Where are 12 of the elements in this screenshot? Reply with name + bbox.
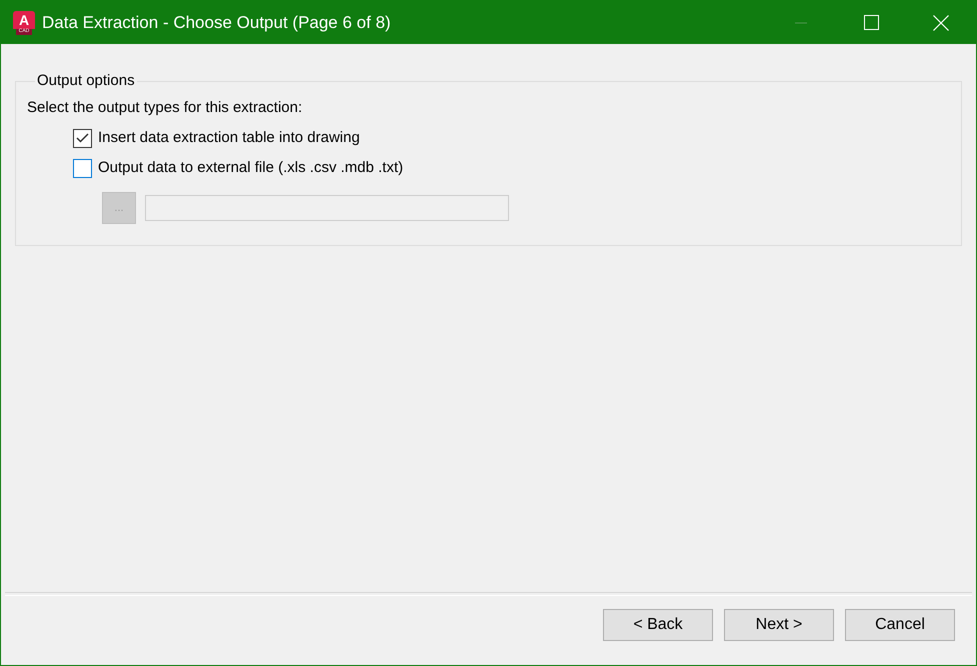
checkbox[interactable] <box>73 128 92 148</box>
check-icon <box>76 133 89 143</box>
dialog-button[interactable]: Next > <box>724 609 834 641</box>
logo-letter: A <box>18 12 30 26</box>
checkbox-label[interactable]: Insert data extraction table into drawing <box>98 129 360 147</box>
dialog-button[interactable]: < Back <box>603 609 713 641</box>
window-title: Data Extraction - Choose Output (Page 6 of 8) <box>42 12 391 34</box>
group-title: Output options <box>36 72 136 90</box>
instruction-text: Select the output types for this extraction: <box>27 99 302 117</box>
checkbox-label[interactable]: Output data to external file (.xls .csv .mdb .txt) <box>98 159 404 177</box>
dialog-button[interactable]: Cancel <box>845 609 955 641</box>
checkbox[interactable] <box>73 158 92 178</box>
